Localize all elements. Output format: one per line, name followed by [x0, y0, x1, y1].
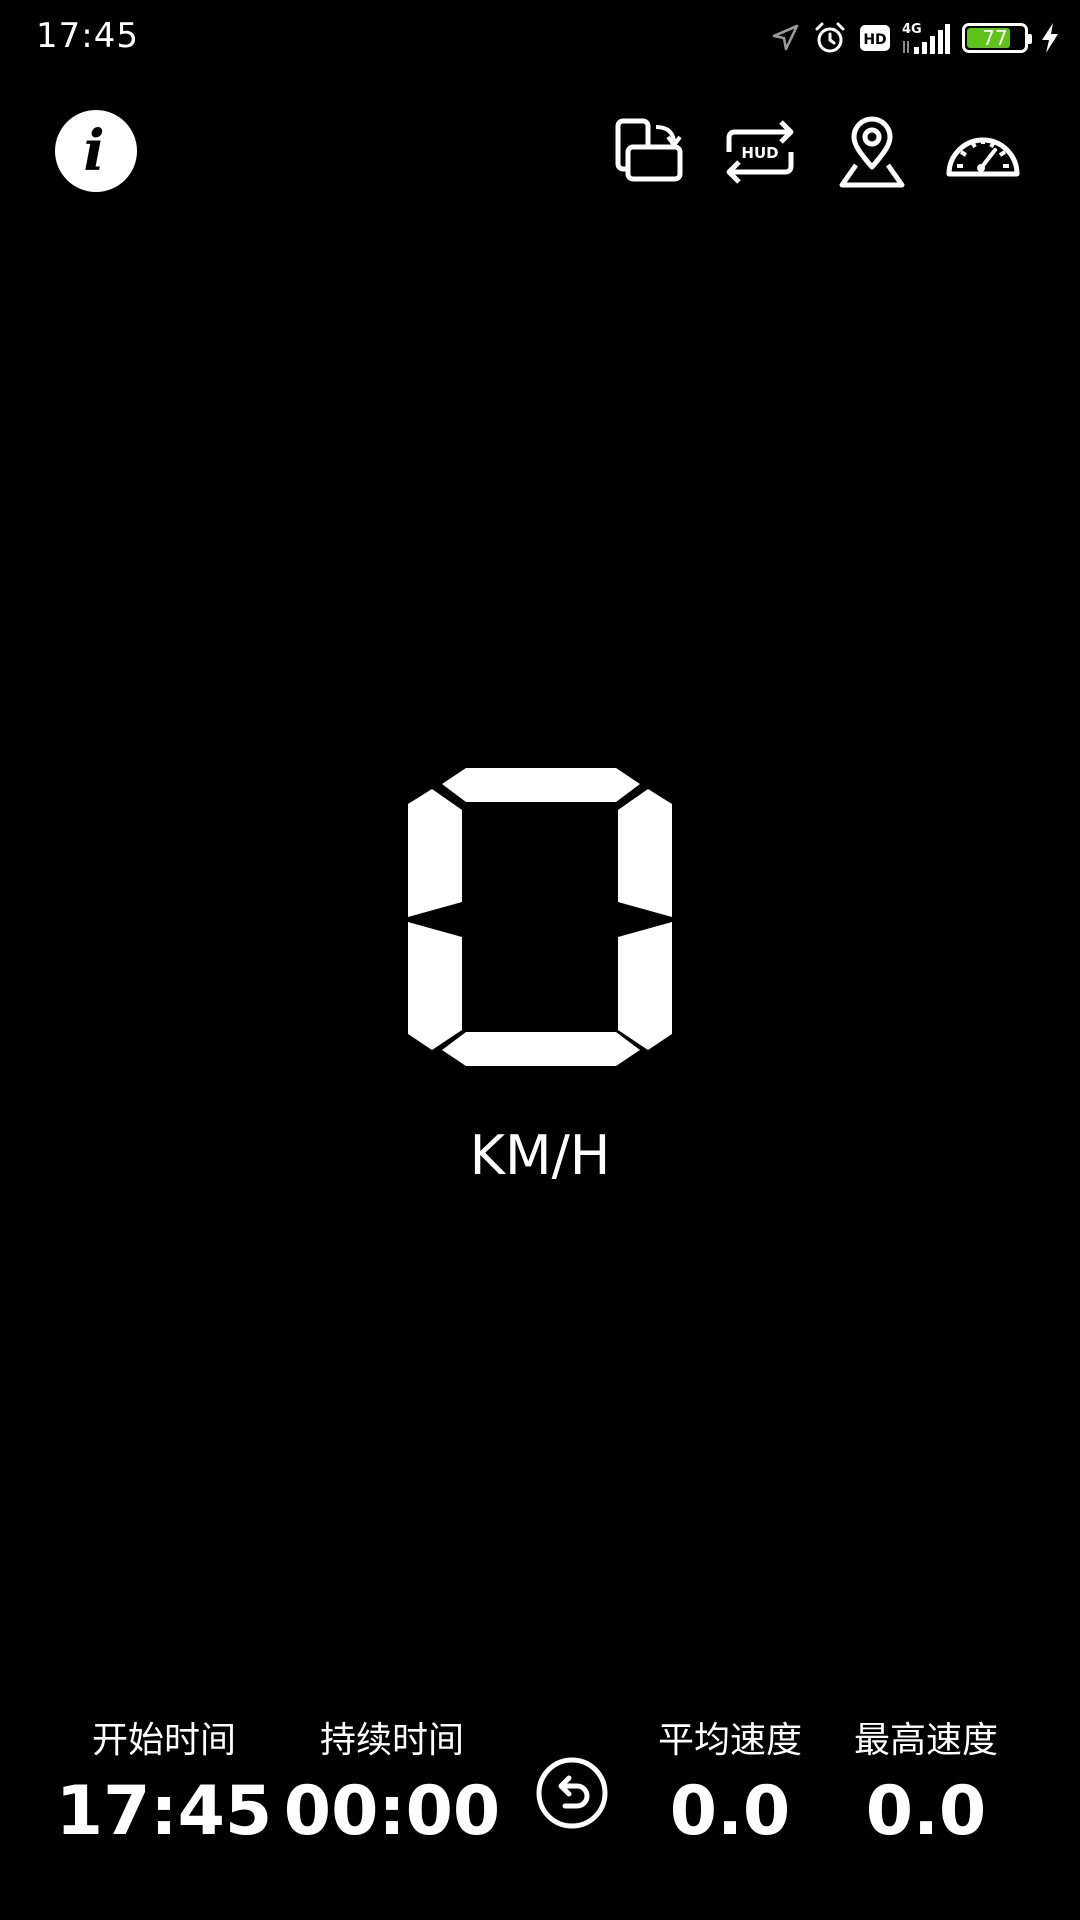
network-label: 4G	[902, 22, 922, 37]
hd-label: HD	[863, 32, 886, 48]
duration-stat: 持续时间 00:00	[277, 1718, 507, 1852]
segment-f	[408, 789, 462, 917]
max-speed-label: 最高速度	[853, 1720, 998, 1761]
alarm-icon	[812, 20, 848, 56]
speedometer-icon	[946, 137, 1020, 177]
seven-segment-digit: 0	[408, 766, 672, 1066]
map-pin-icon	[839, 116, 905, 188]
segment-b	[618, 789, 672, 917]
speed-display: 0	[408, 766, 672, 1068]
reset-icon	[536, 1757, 608, 1829]
segment-c	[618, 922, 672, 1050]
battery-level: 77	[982, 26, 1008, 50]
segment-e	[408, 922, 462, 1050]
segment-a	[442, 768, 640, 802]
charging-icon	[1040, 22, 1060, 54]
info-icon: i	[83, 118, 105, 184]
rotate-screen-button[interactable]	[606, 112, 692, 192]
duration-label: 持续时间	[319, 1720, 464, 1761]
hd-icon: HD	[860, 25, 890, 51]
duration-value: 00:00	[283, 1772, 501, 1851]
max-speed-value: 0.0	[865, 1772, 987, 1851]
segment-d	[442, 1032, 640, 1066]
start-time-stat: 开始时间 17:45	[49, 1718, 279, 1852]
location-arrow-icon	[770, 23, 800, 53]
speed-unit: KM/H	[469, 1124, 611, 1187]
speedometer-button[interactable]	[940, 112, 1026, 192]
start-time-label: 开始时间	[91, 1720, 236, 1761]
speed-value: 0	[408, 766, 409, 767]
info-button[interactable]: i	[55, 110, 137, 192]
hud-label: HUD	[741, 144, 778, 162]
rotate-screen-icon	[615, 118, 683, 182]
start-time-value: 17:45	[55, 1772, 273, 1851]
battery-icon: 77	[962, 23, 1032, 53]
map-location-button[interactable]	[829, 112, 915, 192]
status-icons: HD 4G 77	[770, 18, 1060, 58]
hud-mirror-button[interactable]: HUD	[717, 112, 803, 192]
max-speed-stat: 最高速度 0.0	[811, 1718, 1041, 1852]
reset-button[interactable]	[535, 1756, 609, 1830]
hud-mirror-icon: HUD	[726, 120, 794, 184]
status-bar: 17:45 HD 4G 77	[0, 0, 1080, 76]
signal-icon: 4G	[902, 21, 950, 55]
status-time: 17:45	[36, 16, 139, 56]
